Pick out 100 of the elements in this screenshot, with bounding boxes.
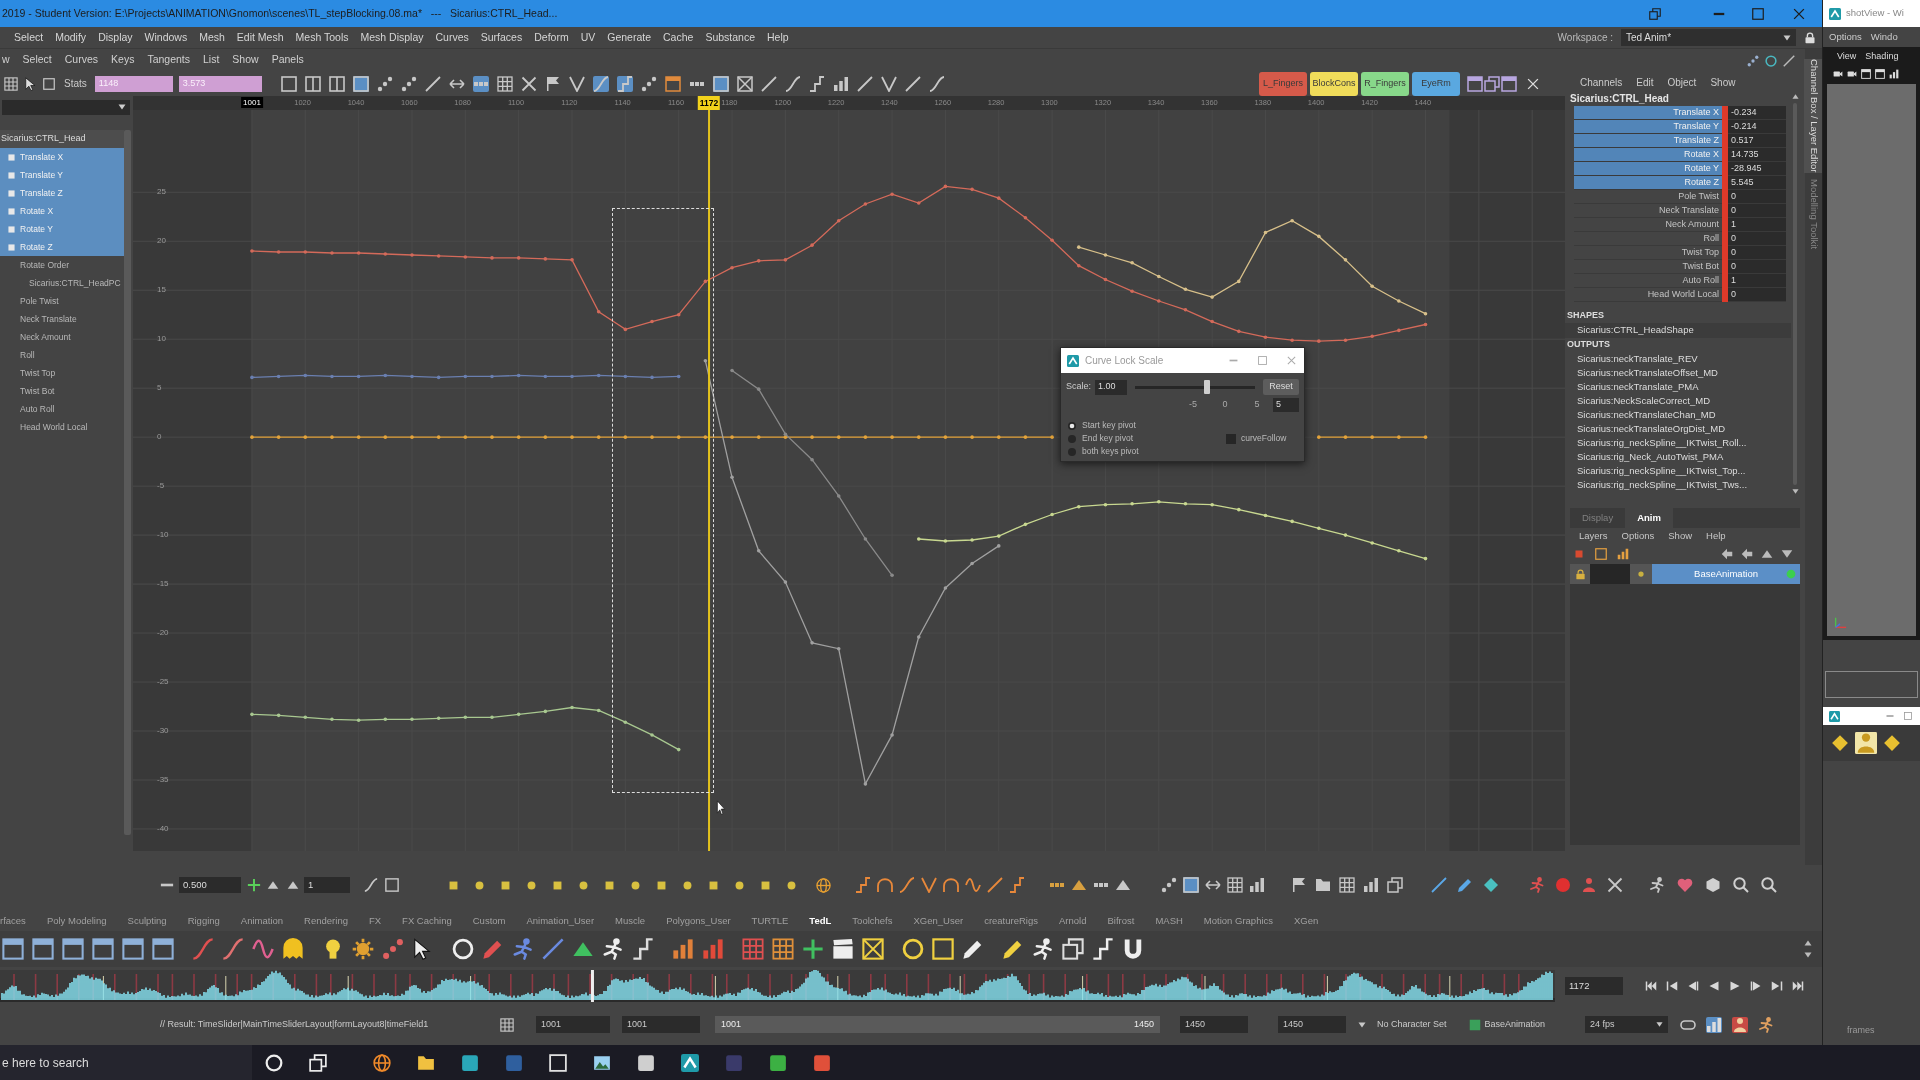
square-icon[interactable] (449, 880, 458, 890)
channel-item[interactable]: Neck Amount (0, 328, 124, 346)
ring-icon[interactable] (902, 938, 924, 960)
selection-set-button[interactable]: EyeRm (1412, 71, 1460, 96)
channel-item[interactable]: Translate Y (0, 166, 124, 184)
menu-item[interactable]: Select (22, 52, 52, 68)
line-icon[interactable] (424, 75, 441, 92)
dots-icon[interactable] (640, 75, 657, 92)
attribute-name[interactable]: Roll (1574, 232, 1722, 246)
fps-dropdown[interactable]: 24 fps (1585, 1016, 1669, 1033)
line-icon[interactable] (1783, 55, 1795, 67)
dot-icon[interactable] (787, 880, 796, 890)
menu-item[interactable]: Display (98, 29, 133, 46)
grid-icon[interactable] (500, 1017, 514, 1032)
grid-icon[interactable] (4, 76, 18, 91)
wave-icon[interactable] (252, 938, 274, 960)
checkbox[interactable] (1226, 433, 1236, 444)
menu-item[interactable]: Tangents (147, 52, 190, 68)
split-frame-icon[interactable] (328, 75, 345, 92)
output-item[interactable]: Sicarius:rig_neckSpline__IKTwist_Tws... (1565, 478, 1791, 492)
tile-icon[interactable] (505, 1053, 523, 1072)
square-icon[interactable] (657, 880, 666, 890)
split-frame-icon[interactable] (304, 75, 321, 92)
output-item[interactable]: Sicarius:neckTranslateChan_MD (1565, 408, 1791, 422)
hexagon-icon[interactable] (1705, 877, 1721, 893)
scroll-up-icon[interactable] (1804, 939, 1812, 947)
heart-icon[interactable] (1677, 877, 1693, 893)
shelf-tab[interactable]: FX Caching (402, 914, 452, 928)
attribute-name[interactable]: Translate Z (1574, 134, 1722, 148)
attribute-value-field[interactable]: -0.214 (1728, 120, 1786, 134)
menu-item[interactable]: Show (232, 52, 259, 68)
layer-weight-field[interactable] (1590, 564, 1630, 584)
channel-item[interactable]: Twist Top (0, 364, 124, 382)
menu-item[interactable]: Mesh Tools (295, 29, 349, 46)
menu-item[interactable]: Curves (435, 29, 469, 46)
person-icon[interactable] (1732, 1016, 1749, 1033)
attribute-value-field[interactable]: 14.735 (1728, 148, 1786, 162)
workspace-dropdown[interactable]: Ted Anim* (1621, 29, 1796, 46)
dot-icon[interactable] (527, 880, 536, 890)
camera-icon[interactable] (1847, 69, 1857, 79)
shelf-tab[interactable]: Poly Modeling (46, 914, 107, 928)
menu-item[interactable]: Cache (663, 29, 694, 46)
menu-item[interactable]: w (2, 52, 10, 68)
tile-icon[interactable] (461, 1053, 479, 1072)
square-icon[interactable] (553, 880, 562, 890)
dot-icon[interactable] (735, 880, 744, 890)
current-frame-field[interactable]: 1172 (1565, 977, 1623, 995)
anim-layer-label[interactable]: BaseAnimation (1484, 1017, 1546, 1032)
caret-down-icon[interactable] (1783, 33, 1791, 42)
menu-item[interactable]: Edit Mesh (236, 29, 284, 46)
curve-icon[interactable] (192, 938, 214, 960)
line-icon[interactable] (542, 938, 564, 960)
filter-field[interactable] (2, 99, 130, 115)
radio-button[interactable] (1068, 447, 1076, 456)
menu-item[interactable]: Options (1621, 528, 1655, 544)
curve-icon[interactable] (928, 75, 945, 92)
folder-icon[interactable] (417, 1053, 435, 1072)
reset-button[interactable]: Reset (1263, 379, 1299, 395)
wave-icon[interactable] (965, 877, 981, 893)
stack-icon[interactable] (309, 1053, 327, 1072)
square-icon[interactable] (501, 880, 510, 890)
shelf-tab[interactable]: MASH (1155, 914, 1183, 928)
line-icon[interactable] (856, 75, 873, 92)
channel-item[interactable]: Head World Local (0, 418, 124, 436)
layer-item[interactable]: BaseAnimation (1652, 564, 1800, 584)
range-slider-track[interactable]: 1001 1450 (715, 1016, 1160, 1033)
vee-icon[interactable] (921, 877, 937, 893)
channel-item[interactable]: Sicarius:CTRL_HeadPC (0, 274, 124, 292)
grid-icon[interactable] (1227, 877, 1243, 893)
menu-item[interactable]: Shading (1865, 50, 1899, 64)
menu-item[interactable]: Windows (144, 29, 188, 46)
menu-item[interactable]: Select (14, 29, 44, 46)
globe-icon[interactable] (373, 1053, 391, 1072)
shelf-tab[interactable]: Rigging (187, 914, 220, 928)
globe-icon[interactable] (816, 877, 831, 893)
radio-button[interactable] (1068, 434, 1076, 443)
step-icon[interactable] (1009, 877, 1025, 893)
value-field[interactable]: 1 (304, 877, 350, 893)
channel-item[interactable]: Rotate X (0, 202, 124, 220)
selection-set-button[interactable]: BlockCons (1310, 71, 1358, 96)
dots-icon[interactable] (1161, 877, 1177, 893)
shelf-tab[interactable]: creatureRigs (984, 914, 1038, 928)
menu-item[interactable]: Help (767, 29, 789, 46)
arch-icon[interactable] (877, 877, 893, 893)
scroll-down-icon[interactable] (1791, 488, 1799, 495)
attribute-value-field[interactable]: -0.234 (1728, 106, 1786, 120)
play-icon[interactable] (1729, 980, 1741, 992)
folder-icon[interactable] (1315, 877, 1331, 893)
time-slider[interactable] (0, 970, 1555, 1002)
plus-icon[interactable] (802, 938, 824, 960)
menu-item[interactable]: UV (580, 29, 596, 46)
attribute-name[interactable]: Rotate Z (1574, 176, 1722, 190)
shelf-tab[interactable]: Arnold (1059, 914, 1087, 928)
square-icon[interactable] (709, 880, 718, 890)
channel-item[interactable]: Rotate Z (0, 238, 124, 256)
shelf-tab[interactable]: Polygons_User (666, 914, 731, 928)
grid-icon[interactable] (742, 938, 764, 960)
cross-icon[interactable] (520, 75, 537, 92)
diamond-icon[interactable] (1831, 734, 1849, 752)
menu-item[interactable]: Show (1710, 74, 1736, 90)
